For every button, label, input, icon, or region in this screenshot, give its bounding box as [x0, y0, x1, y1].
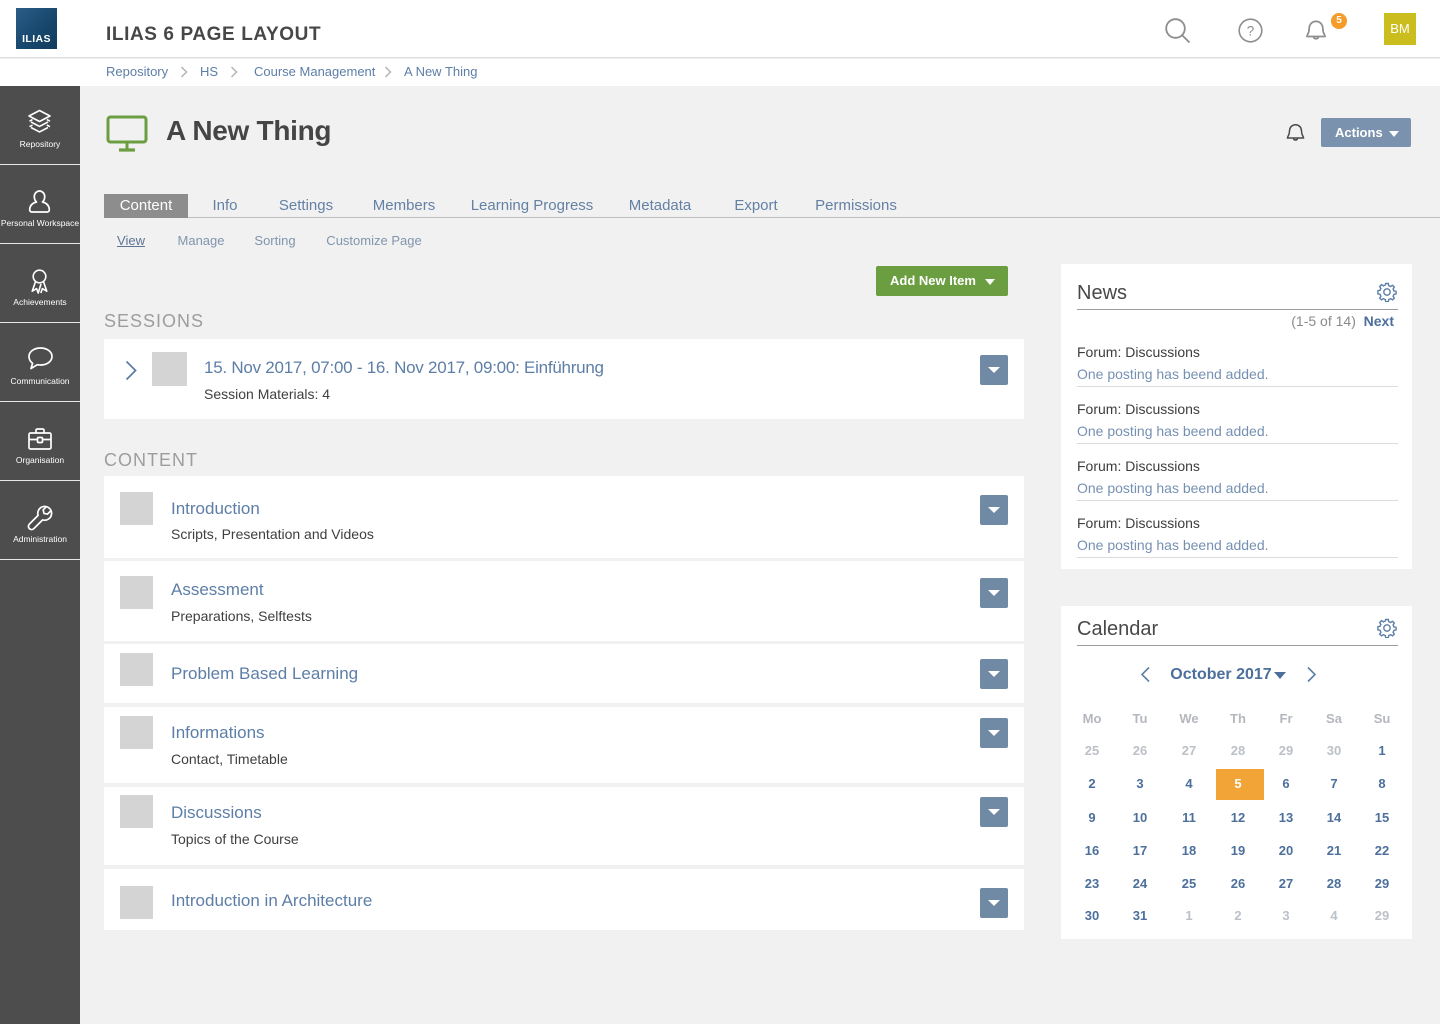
svg-text:?: ? [1247, 23, 1255, 38]
